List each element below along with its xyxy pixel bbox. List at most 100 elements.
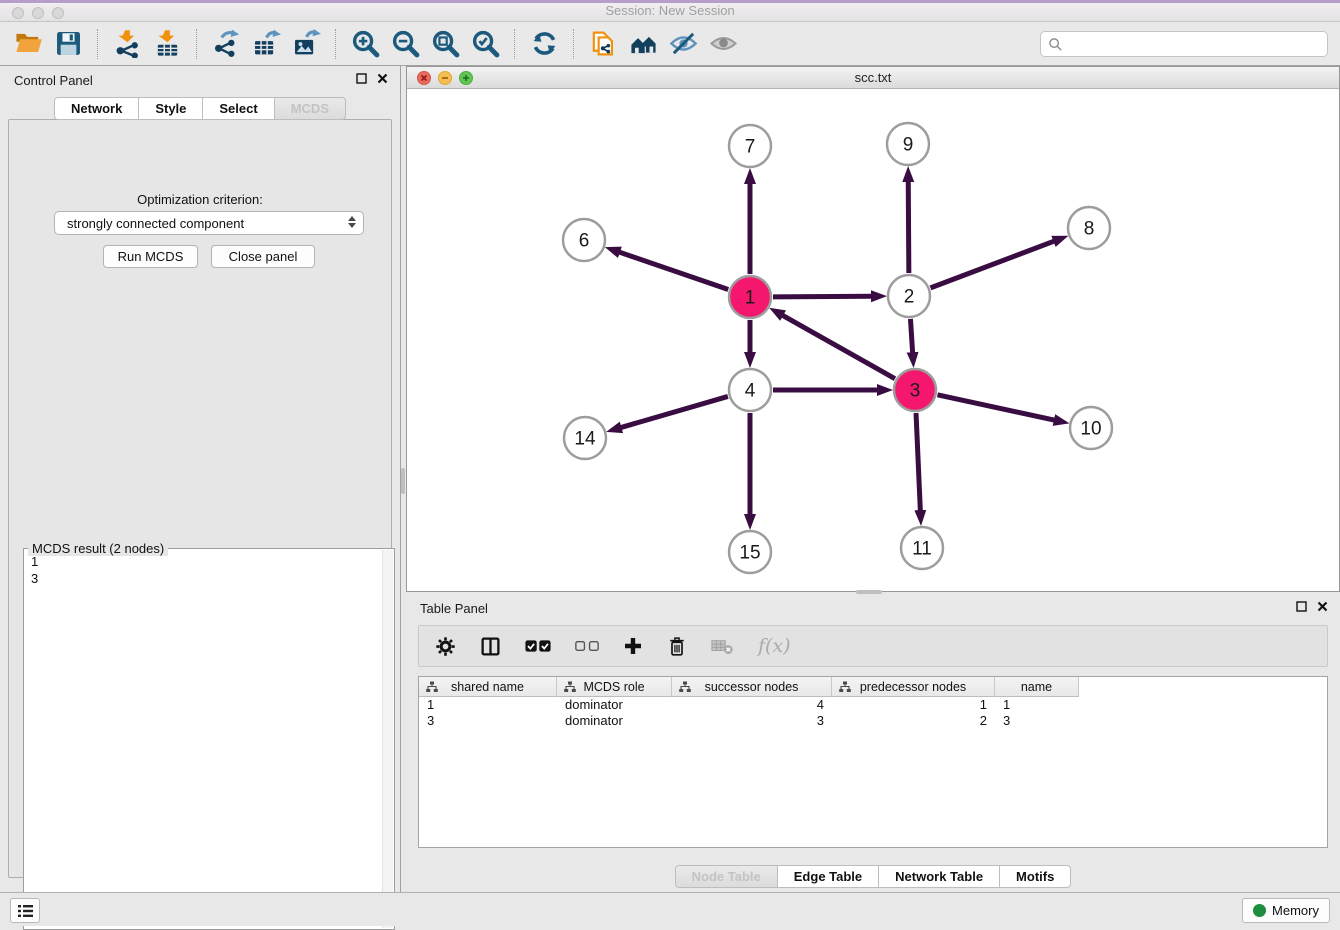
column-header-name[interactable]: name [995,677,1079,697]
zoom-in-button[interactable] [345,27,385,61]
node-15[interactable]: 15 [729,531,771,573]
table-row[interactable]: 1dominator411 [419,697,1327,713]
delete-table-button[interactable] [711,637,734,655]
duplicate-network-button[interactable] [583,27,623,61]
node-3[interactable]: 3 [894,369,936,411]
node-14[interactable]: 14 [564,417,606,459]
table-row[interactable]: 3dominator323 [419,713,1327,729]
edge-1-2[interactable] [773,296,873,297]
memory-button[interactable]: Memory [1242,898,1330,923]
table-cell[interactable]: 3 [672,713,832,729]
export-network-button[interactable] [206,27,246,61]
close-panel-icon[interactable] [1317,601,1328,612]
maximize-window-icon[interactable] [52,7,64,19]
split-columns-button[interactable] [480,636,501,657]
table-cell[interactable]: 2 [832,713,995,729]
table-cell[interactable]: 1 [832,697,995,713]
edge-2-9[interactable] [908,180,909,273]
add-column-button[interactable] [623,636,643,656]
select-all-columns-button[interactable] [525,639,551,653]
tab-edge-table[interactable]: Edge Table [778,865,879,888]
save-session-button[interactable] [48,27,88,61]
table-cell[interactable]: 1 [995,697,1079,713]
edge-3-1[interactable] [781,315,895,379]
edge-2-3[interactable] [910,319,912,354]
export-image-button[interactable] [286,27,326,61]
column-header-mcds-role[interactable]: MCDS role [557,677,672,697]
network-canvas[interactable]: 1 2 3 4 6 7 8 9 10 11 14 15 [407,89,1339,591]
svg-text:4: 4 [745,381,756,402]
close-network-icon[interactable] [417,71,431,85]
zoom-out-button[interactable] [385,27,425,61]
delete-column-button[interactable] [667,636,687,657]
edge-1-6[interactable] [618,252,728,290]
table-cell[interactable]: 4 [672,697,832,713]
close-panel-button[interactable]: Close panel [211,245,315,268]
search-field[interactable] [1040,31,1328,57]
edge-3-10[interactable] [937,395,1055,421]
tab-network[interactable]: Network [54,97,139,120]
search-input[interactable] [1063,37,1320,52]
tab-mcds[interactable]: MCDS [275,97,346,120]
tab-node-table[interactable]: Node Table [675,865,778,888]
tab-motifs[interactable]: Motifs [1000,865,1071,888]
node-10[interactable]: 10 [1070,407,1112,449]
table-cell[interactable]: 3 [419,713,557,729]
table-tabs: Node TableEdge TableNetwork TableMotifs [406,865,1340,888]
import-network-button[interactable] [107,27,147,61]
mcds-result-lines[interactable]: 13 [25,550,381,928]
node-4[interactable]: 4 [729,369,771,411]
edge-2-8[interactable] [931,241,1056,288]
criterion-dropdown[interactable]: strongly connected component [54,211,364,235]
import-table-button[interactable] [147,27,187,61]
float-panel-icon[interactable] [356,73,367,84]
minimize-network-icon[interactable] [438,71,452,85]
edge-3-11[interactable] [916,413,920,512]
run-mcds-button[interactable]: Run MCDS [103,245,198,268]
unselect-all-columns-button[interactable] [575,640,599,652]
table-cell[interactable]: 3 [995,713,1079,729]
close-panel-icon[interactable] [377,73,388,84]
node-11[interactable]: 11 [901,527,943,569]
show-eye-button[interactable] [703,27,743,61]
task-history-button[interactable] [10,898,40,923]
zoom-fit-button[interactable] [425,27,465,61]
node-9[interactable]: 9 [887,123,929,165]
table-cell[interactable]: dominator [557,713,672,729]
network-graph[interactable]: 1 2 3 4 6 7 8 9 10 11 14 15 [407,89,1338,589]
main-toolbar [0,22,1340,66]
column-header-shared-name[interactable]: shared name [419,677,557,697]
result-scrollbar[interactable] [382,550,393,928]
tab-network-table[interactable]: Network Table [879,865,1000,888]
show-eye-icon [709,29,738,58]
open-file-button[interactable] [8,27,48,61]
node-6[interactable]: 6 [563,219,605,261]
gear-button[interactable] [435,636,456,657]
svg-text:1: 1 [745,288,756,309]
function-builder-button[interactable]: f(x) [758,635,791,657]
tab-style[interactable]: Style [139,97,203,120]
refresh-button[interactable] [524,27,564,61]
close-window-icon[interactable] [12,7,24,19]
column-header-successor-nodes[interactable]: successor nodes [672,677,832,697]
zoom-network-icon[interactable] [459,71,473,85]
table-cell[interactable]: 1 [419,697,557,713]
column-header-predecessor-nodes[interactable]: predecessor nodes [832,677,995,697]
hide-eye-button[interactable] [663,27,703,61]
table-cell[interactable]: dominator [557,697,672,713]
network-window-titlebar[interactable]: scc.txt [407,67,1339,89]
tab-select[interactable]: Select [203,97,274,120]
edge-4-14[interactable] [620,396,728,428]
panel-divider-handle[interactable] [401,468,405,494]
zoom-selected-button[interactable] [465,27,505,61]
node-2[interactable]: 2 [888,275,930,317]
node-8[interactable]: 8 [1068,207,1110,249]
node-1[interactable]: 1 [729,276,771,318]
houses-button[interactable] [623,27,663,61]
export-table-button[interactable] [246,27,286,61]
node-table[interactable]: shared name MCDS role successor nodes pr… [418,676,1328,848]
delete-table-icon [711,637,734,655]
minimize-window-icon[interactable] [32,7,44,19]
float-panel-icon[interactable] [1296,601,1307,612]
node-7[interactable]: 7 [729,125,771,167]
